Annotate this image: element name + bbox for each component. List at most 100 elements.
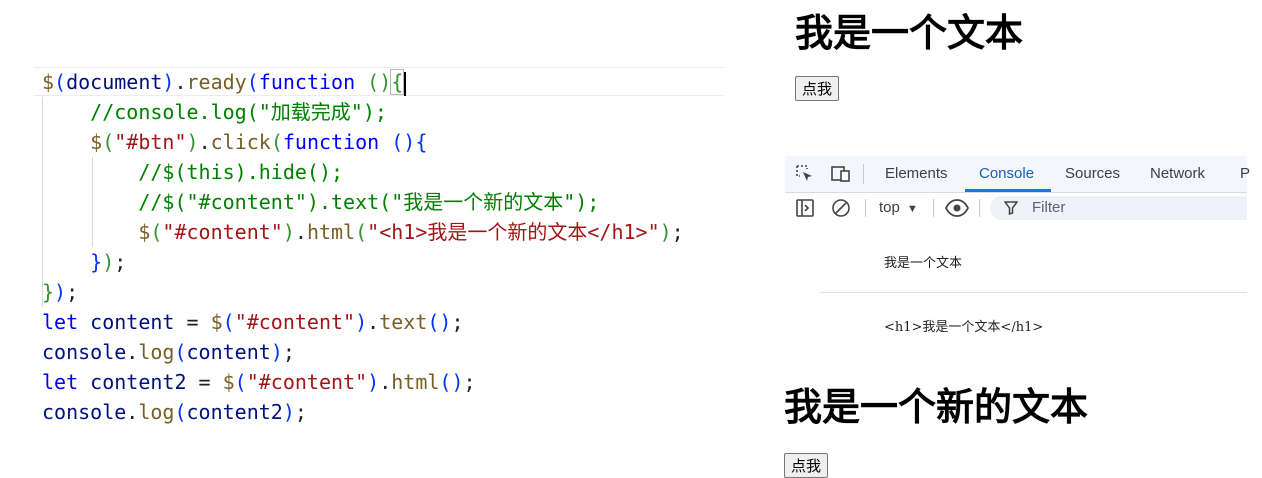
code-token: console — [42, 340, 127, 364]
active-tab-indicator — [965, 189, 1051, 192]
code-token: ; — [282, 340, 295, 364]
code-token: () — [391, 130, 416, 154]
code-token: let — [42, 310, 79, 334]
code-token: ) — [659, 220, 672, 244]
toolbar-separator — [933, 199, 934, 217]
devtools-tabbar: Elements Console Sources Network P — [785, 156, 1250, 193]
code-token: ; — [463, 370, 476, 394]
console-toolbar: top ▼ Filter — [785, 193, 1247, 223]
code-token: = — [186, 370, 223, 394]
text-caret — [404, 71, 407, 96]
code-token: $ — [210, 310, 223, 334]
filter-placeholder: Filter — [1032, 199, 1066, 216]
filter-icon — [1004, 201, 1018, 215]
devtools-tab-console[interactable]: Console — [979, 156, 1034, 192]
code-token: () — [367, 70, 392, 94]
devtools-tab-network[interactable]: Network — [1150, 156, 1205, 192]
code-token: ( — [234, 370, 247, 394]
context-selector[interactable]: top ▼ — [879, 193, 918, 223]
content-heading-new: 我是一个新的文本 — [784, 385, 1089, 429]
code-token: ( — [174, 400, 187, 424]
code-token: content — [90, 310, 175, 334]
code-token: console — [42, 400, 127, 424]
code-token: = — [174, 310, 211, 334]
code-token: ( — [246, 70, 259, 94]
code-token: { — [415, 130, 428, 154]
code-token: ( — [174, 340, 187, 364]
clear-console-icon[interactable] — [829, 196, 853, 220]
code-token: content2 — [186, 400, 283, 424]
code-line: let content = $("#content").text(); — [42, 307, 464, 337]
code-token: html — [306, 220, 356, 244]
code-token: } — [90, 250, 103, 274]
code-token: content2 — [90, 370, 187, 394]
code-token: "#content" — [246, 370, 368, 394]
code-token: ( — [102, 130, 115, 154]
code-token: $ — [90, 130, 103, 154]
code-token: . — [379, 370, 392, 394]
code-token: () — [427, 310, 452, 334]
code-token: log — [138, 340, 175, 364]
code-token: text — [379, 310, 428, 334]
code-token: () — [439, 370, 464, 394]
code-token: ; — [451, 310, 464, 334]
code-token: ) — [270, 340, 283, 364]
code-token: ; — [294, 400, 307, 424]
code-line: //console.log("加载完成"); — [42, 97, 387, 127]
code-token: "#content" — [234, 310, 356, 334]
toolbar-separator — [865, 199, 866, 217]
console-message: 我是一个文本 — [884, 256, 963, 271]
code-token: //console.log("加载完成"); — [90, 100, 387, 124]
live-expression-eye-icon[interactable] — [945, 196, 969, 220]
code-line: console.log(content2); — [42, 397, 307, 427]
click-me-button[interactable]: 点我 — [795, 76, 840, 101]
toolbar-separator — [979, 199, 980, 217]
device-toolbar-icon[interactable] — [829, 162, 853, 186]
code-token: ) — [54, 280, 67, 304]
code-editor[interactable]: $(document).ready(function (){ //console… — [34, 65, 724, 445]
inspect-element-icon[interactable] — [793, 162, 817, 186]
sidebar-toggle-icon[interactable] — [793, 196, 817, 220]
code-line: //$("#content").text("我是一个新的文本"); — [42, 187, 599, 217]
code-token: ready — [186, 70, 247, 94]
code-token: html — [391, 370, 440, 394]
code-line: //$(this).hide(); — [42, 157, 343, 187]
devtools-tab-p[interactable]: P — [1240, 156, 1250, 192]
devtools-panel: Elements Console Sources Network P top ▼ Fil… — [785, 156, 1250, 342]
devtools-tab-elements[interactable]: Elements — [885, 156, 948, 192]
toolbar-separator — [863, 164, 864, 184]
code-token: let — [42, 370, 79, 394]
code-token: ( — [270, 130, 283, 154]
code-line: $("#content").html("<h1>我是一个新的文本</h1>"); — [42, 217, 684, 247]
code-token: function — [258, 70, 356, 94]
code-line: }); — [42, 277, 78, 307]
click-me-button-2[interactable]: 点我 — [784, 453, 829, 478]
code-token: ( — [355, 220, 368, 244]
console-filter-input[interactable]: Filter — [990, 196, 1247, 220]
code-token: //$(this).hide(); — [138, 160, 344, 184]
code-token: click — [210, 130, 271, 154]
code-token: "#btn" — [114, 130, 187, 154]
code-token: ) — [162, 70, 175, 94]
code-line: console.log(content); — [42, 337, 295, 367]
code-line: }); — [42, 247, 126, 277]
console-message-divider — [819, 292, 1247, 293]
code-token: . — [198, 130, 211, 154]
code-token: ; — [66, 280, 79, 304]
code-token: content — [186, 340, 271, 364]
code-token: $ — [222, 370, 235, 394]
devtools-tab-sources[interactable]: Sources — [1065, 156, 1120, 192]
code-token: //$("#content").text("我是一个新的文本"); — [138, 190, 600, 214]
code-token: } — [42, 280, 55, 304]
console-message: <h1>我是一个文本</h1> — [884, 320, 1044, 335]
code-token: ; — [671, 220, 684, 244]
content-heading: 我是一个文本 — [795, 11, 1024, 55]
code-token: . — [126, 400, 139, 424]
